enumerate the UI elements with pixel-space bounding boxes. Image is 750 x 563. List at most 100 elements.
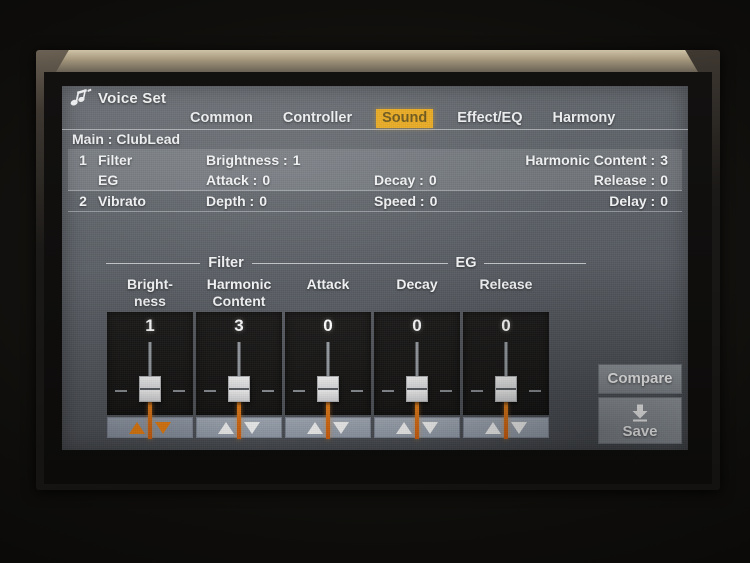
tab-effect-eq[interactable]: Effect/EQ xyxy=(451,109,528,128)
slider-track-lower xyxy=(148,397,152,439)
slider-value: 0 xyxy=(323,316,333,335)
slider-handle[interactable] xyxy=(139,376,161,402)
slider-caption: Bright- ness xyxy=(107,276,193,312)
slider-value: 0 xyxy=(412,316,422,335)
slider-caption: Attack xyxy=(285,276,371,312)
row-param-2: Decay :0 xyxy=(374,172,522,188)
slider-detent-left xyxy=(293,390,305,392)
side-action-buttons: Compare Save xyxy=(598,364,682,444)
arrow-up-icon[interactable] xyxy=(485,421,501,434)
param-label: Release : xyxy=(593,172,656,188)
param-value: 3 xyxy=(660,151,668,168)
tab-harmony[interactable]: Harmony xyxy=(547,109,622,128)
slider-value: 0 xyxy=(501,316,511,335)
save-button-label: Save xyxy=(622,423,658,440)
caption-line-2: Release xyxy=(479,276,533,292)
caption-line-2: Decay xyxy=(396,276,438,292)
slider-track-lower xyxy=(237,397,241,439)
group-header-eg: EG xyxy=(346,255,587,271)
slider-detent-left xyxy=(382,390,394,392)
arrow-down-icon[interactable] xyxy=(244,421,260,434)
slider-body[interactable]: 0 xyxy=(374,312,460,439)
lcd-screen: Voice Set Common Controller Sound Effect… xyxy=(62,86,688,450)
tab-controller[interactable]: Controller xyxy=(277,109,358,128)
slider-body[interactable]: 1 xyxy=(107,312,193,439)
param-value: 0 xyxy=(429,193,438,209)
param-value: 1 xyxy=(292,151,301,168)
arrow-down-icon[interactable] xyxy=(155,421,171,434)
group-rule-right xyxy=(484,262,587,264)
slider-harmonic-content[interactable]: Harmonic Content 3 xyxy=(196,276,282,439)
slider-body[interactable]: 0 xyxy=(463,312,549,439)
save-download-icon xyxy=(632,404,648,422)
caption-line-2: Content xyxy=(212,293,266,309)
param-value: 0 xyxy=(262,172,271,188)
slider-row: Bright- ness 1 Harmonic Content 3 Attack… xyxy=(107,276,557,439)
group-rule-left xyxy=(346,262,448,264)
slider-track-upper xyxy=(504,342,508,379)
row-name: EG xyxy=(98,172,119,188)
slider-track-lower xyxy=(415,397,419,439)
slider-brightness[interactable]: Bright- ness 1 xyxy=(107,276,193,439)
slider-body[interactable]: 0 xyxy=(285,312,371,439)
param-value: 0 xyxy=(660,193,668,209)
caption-line-2: Attack xyxy=(306,276,350,292)
compare-button[interactable]: Compare xyxy=(598,364,682,394)
slider-track-upper xyxy=(237,342,241,379)
arrow-down-icon[interactable] xyxy=(333,421,349,434)
row-number: 2 xyxy=(79,193,87,209)
voice-name-line: Main : ClubLead xyxy=(72,131,181,147)
param-value: 0 xyxy=(660,172,668,188)
summary-row-eg[interactable]: EG Attack :0 Decay :0 Release :0 xyxy=(68,170,682,191)
group-rule-left xyxy=(106,262,201,264)
summary-row-filter[interactable]: 1 Filter Brightness :1 Harmonic Content … xyxy=(68,149,682,170)
param-label: Delay : xyxy=(609,193,656,209)
param-label: Speed : xyxy=(374,193,425,209)
tabstrip: Common Controller Sound Effect/EQ Harmon… xyxy=(62,107,688,130)
group-rule-right xyxy=(251,262,347,264)
arrow-down-icon[interactable] xyxy=(422,421,438,434)
row-param-1: Depth :0 xyxy=(206,193,374,209)
slider-detent-right xyxy=(262,390,274,392)
row-name: Filter xyxy=(98,151,133,168)
arrow-up-icon[interactable] xyxy=(396,421,412,434)
parameter-summary: Main : ClubLead 1 Filter Brightness :1 H… xyxy=(62,130,688,212)
arrow-down-icon[interactable] xyxy=(511,421,527,434)
caption-line-1: Harmonic xyxy=(206,276,272,292)
slider-handle[interactable] xyxy=(317,376,339,402)
row-param-3: Delay :0 xyxy=(522,193,682,209)
slider-detent-right xyxy=(351,390,363,392)
row-number: 1 xyxy=(79,151,87,168)
slider-decay[interactable]: Decay 0 xyxy=(374,276,460,439)
param-label: Depth : xyxy=(206,193,255,209)
caption-line-1: Bright- xyxy=(127,276,173,292)
slider-group-headers: Filter EG xyxy=(106,254,587,272)
summary-row-vibrato[interactable]: 2 Vibrato Depth :0 Speed :0 Delay :0 xyxy=(68,191,682,212)
save-button[interactable]: Save xyxy=(598,397,682,444)
slider-track-lower xyxy=(326,397,330,439)
arrow-up-icon[interactable] xyxy=(218,421,234,434)
slider-release[interactable]: Release 0 xyxy=(463,276,549,439)
slider-detent-right xyxy=(529,390,541,392)
arrow-up-icon[interactable] xyxy=(307,421,323,434)
slider-detent-right xyxy=(173,390,185,392)
group-header-filter: Filter xyxy=(106,255,347,271)
slider-detent-left xyxy=(204,390,216,392)
param-value: 0 xyxy=(259,193,268,209)
tab-sound[interactable]: Sound xyxy=(376,108,434,128)
page-title: Voice Set xyxy=(70,88,166,108)
row-param-1: Brightness :1 xyxy=(206,152,374,168)
slider-value: 1 xyxy=(145,316,155,335)
slider-attack[interactable]: Attack 0 xyxy=(285,276,371,439)
slider-handle[interactable] xyxy=(228,376,250,402)
slider-caption: Decay xyxy=(374,276,460,312)
row-param-2: Speed :0 xyxy=(374,193,522,209)
slider-body[interactable]: 3 xyxy=(196,312,282,439)
slider-handle[interactable] xyxy=(495,376,517,402)
slider-caption: Release xyxy=(463,276,549,312)
tab-common[interactable]: Common xyxy=(184,109,259,128)
slider-track-lower xyxy=(504,397,508,439)
slider-caption: Harmonic Content xyxy=(196,276,282,312)
slider-handle[interactable] xyxy=(406,376,428,402)
arrow-up-icon[interactable] xyxy=(129,421,145,434)
